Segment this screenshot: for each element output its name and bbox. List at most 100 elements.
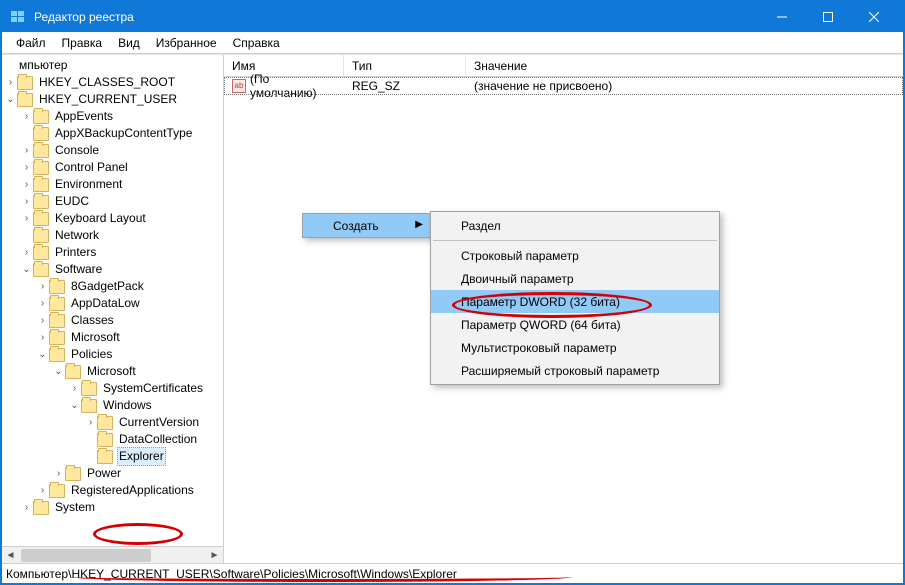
tree-row[interactable]: Control Panel (2, 159, 223, 176)
chevron-right-icon[interactable] (20, 193, 33, 210)
folder-icon (33, 127, 49, 141)
menu-favorites[interactable]: Избранное (148, 34, 225, 52)
tree-node-label: CurrentVersion (117, 414, 201, 431)
tree-row[interactable]: CurrentVersion (2, 414, 223, 431)
tree-row[interactable]: мпьютер (2, 57, 223, 74)
submenu-multistring[interactable]: Мультистроковый параметр (431, 336, 719, 359)
folder-icon (33, 501, 49, 515)
tree-row[interactable]: Software (2, 261, 223, 278)
submenu-string[interactable]: Строковый параметр (431, 244, 719, 267)
chevron-down-icon[interactable] (20, 261, 33, 278)
tree-row[interactable]: EUDC (2, 193, 223, 210)
scroll-left-icon[interactable]: ◄ (2, 547, 19, 564)
tree-node-label: Printers (53, 244, 98, 261)
close-button[interactable] (851, 2, 897, 32)
tree-row[interactable]: Keyboard Layout (2, 210, 223, 227)
col-type[interactable]: Тип (344, 55, 466, 76)
tree-row[interactable]: Policies (2, 346, 223, 363)
submenu-qword[interactable]: Параметр QWORD (64 бита) (431, 313, 719, 336)
tree-node-label: Network (53, 227, 101, 244)
folder-icon (65, 467, 81, 481)
folder-icon (33, 110, 49, 124)
tree-row[interactable]: 8GadgetPack (2, 278, 223, 295)
tree-node-label: AppDataLow (69, 295, 142, 312)
scroll-thumb[interactable] (21, 549, 151, 562)
maximize-button[interactable] (805, 2, 851, 32)
chevron-right-icon[interactable] (36, 312, 49, 329)
menu-view[interactable]: Вид (110, 34, 148, 52)
submenu-binary[interactable]: Двоичный параметр (431, 267, 719, 290)
chevron-right-icon[interactable] (36, 482, 49, 499)
submenu-dword[interactable]: Параметр DWORD (32 бита) (431, 290, 719, 313)
chevron-right-icon[interactable] (20, 108, 33, 125)
tree-row[interactable]: SystemCertificates (2, 380, 223, 397)
string-value-icon: ab (232, 79, 246, 93)
submenu-section[interactable]: Раздел (431, 214, 719, 237)
tree-node-label: AppEvents (53, 108, 115, 125)
menu-edit[interactable]: Правка (54, 34, 111, 52)
chevron-right-icon[interactable] (20, 210, 33, 227)
folder-icon (97, 416, 113, 430)
tree-node-label: System (53, 499, 97, 516)
folder-icon (49, 297, 65, 311)
ctx-create[interactable]: Создать ▶ (303, 214, 431, 237)
tree-row[interactable]: Microsoft (2, 363, 223, 380)
tree-row[interactable]: HKEY_CLASSES_ROOT (2, 74, 223, 91)
tree-node-label: Explorer (117, 447, 166, 466)
minimize-button[interactable] (759, 2, 805, 32)
chevron-right-icon[interactable] (20, 499, 33, 516)
tree-row[interactable]: Explorer (2, 448, 223, 465)
chevron-down-icon[interactable] (68, 397, 81, 414)
scroll-right-icon[interactable]: ► (206, 547, 223, 564)
chevron-right-icon[interactable] (20, 176, 33, 193)
tree-row[interactable]: Environment (2, 176, 223, 193)
tree-row[interactable]: Printers (2, 244, 223, 261)
tree-row[interactable]: AppDataLow (2, 295, 223, 312)
chevron-right-icon[interactable] (36, 329, 49, 346)
title-text: Редактор реестра (34, 10, 134, 24)
tree-row[interactable]: System (2, 499, 223, 516)
tree-row[interactable]: Microsoft (2, 329, 223, 346)
folder-icon (81, 399, 97, 413)
chevron-down-icon[interactable] (4, 91, 17, 108)
app-window: Редактор реестра Файл Правка Вид Избранн… (0, 0, 905, 585)
tree-row[interactable]: RegisteredApplications (2, 482, 223, 499)
chevron-right-icon[interactable] (36, 295, 49, 312)
tree-node-label: Software (53, 261, 104, 278)
tree-row[interactable]: Windows (2, 397, 223, 414)
tree-hscrollbar[interactable]: ◄ ► (2, 546, 223, 563)
folder-icon (33, 161, 49, 175)
col-value[interactable]: Значение (466, 55, 903, 76)
tree-row[interactable]: DataCollection (2, 431, 223, 448)
tree-row[interactable]: Classes (2, 312, 223, 329)
chevron-right-icon[interactable] (20, 244, 33, 261)
folder-icon (65, 365, 81, 379)
tree-node-label: SystemCertificates (101, 380, 205, 397)
tree-row[interactable]: Power (2, 465, 223, 482)
tree-node-label: Windows (101, 397, 154, 414)
tree-row[interactable]: Console (2, 142, 223, 159)
tree-row[interactable]: AppXBackupContentType (2, 125, 223, 142)
chevron-right-icon[interactable] (36, 278, 49, 295)
tree-node-label: EUDC (53, 193, 91, 210)
chevron-down-icon[interactable] (52, 363, 65, 380)
list-row[interactable]: ab(По умолчанию)REG_SZ(значение не присв… (224, 77, 903, 95)
chevron-down-icon[interactable] (36, 346, 49, 363)
folder-icon (49, 348, 65, 362)
tree[interactable]: мпьютерHKEY_CLASSES_ROOTHKEY_CURRENT_USE… (2, 55, 223, 546)
menu-help[interactable]: Справка (225, 34, 288, 52)
menu-file[interactable]: Файл (8, 34, 54, 52)
tree-row[interactable]: AppEvents (2, 108, 223, 125)
value-data: (значение не присвоено) (466, 79, 903, 93)
tree-row[interactable]: Network (2, 227, 223, 244)
chevron-right-icon[interactable] (20, 142, 33, 159)
submenu-expandstring[interactable]: Расширяемый строковый параметр (431, 359, 719, 382)
chevron-right-icon[interactable] (68, 380, 81, 397)
tree-row[interactable]: HKEY_CURRENT_USER (2, 91, 223, 108)
chevron-right-icon[interactable] (52, 465, 65, 482)
chevron-right-icon[interactable] (84, 414, 97, 431)
chevron-right-icon[interactable] (20, 159, 33, 176)
chevron-right-icon[interactable] (4, 74, 17, 91)
folder-icon (33, 229, 49, 243)
folder-icon (33, 212, 49, 226)
